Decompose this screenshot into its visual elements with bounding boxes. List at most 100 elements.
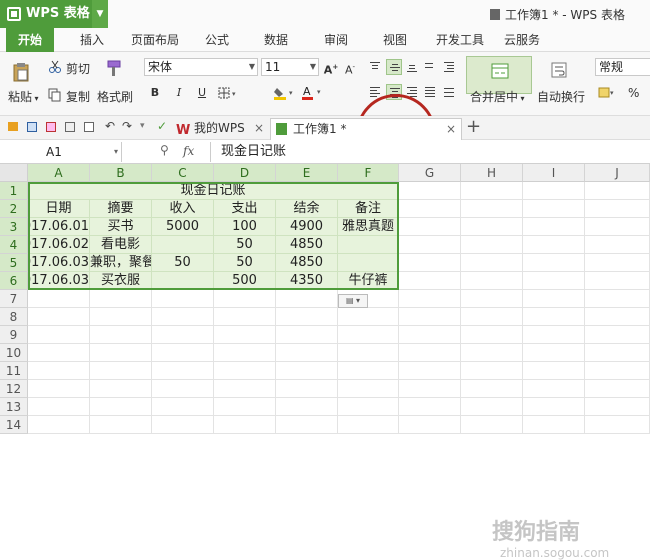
row-header-2[interactable]: 2 [0,200,28,218]
empty-cell[interactable] [399,398,461,416]
tab-review[interactable]: 审阅 [324,28,348,52]
column-header-c[interactable]: C [152,164,214,182]
empty-cell[interactable] [276,398,338,416]
cell-d2[interactable]: 支出 [214,200,276,218]
format-painter-button[interactable]: 格式刷 [97,88,133,105]
close-icon[interactable]: × [446,119,456,139]
print-preview-icon[interactable] [84,122,94,132]
empty-cell[interactable] [461,272,523,290]
row-header-6[interactable]: 6 [0,272,28,290]
percent-button[interactable]: % [628,86,639,100]
text-direction-button[interactable] [422,59,438,75]
cell-a3[interactable]: 2017.06.01 [28,218,90,236]
save-icon[interactable] [27,122,37,132]
paste-options-icon[interactable]: ▤ ▾ [338,294,368,308]
empty-cell[interactable] [461,362,523,380]
empty-cell[interactable] [523,272,585,290]
row-header-11[interactable]: 11 [0,362,28,380]
italic-button[interactable]: I [170,84,188,102]
cell-f2[interactable]: 备注 [338,200,399,218]
shrink-font-button[interactable]: A- [341,58,359,77]
empty-cell[interactable] [276,380,338,398]
empty-cell[interactable] [585,380,650,398]
cell-f3[interactable]: 雅思真题 [338,218,399,236]
empty-cell[interactable] [152,326,214,344]
cell-a2[interactable]: 日期 [28,200,90,218]
empty-cell[interactable] [523,380,585,398]
cell-c6[interactable] [152,272,214,290]
underline-button[interactable]: U [193,84,211,102]
merge-center-label[interactable]: 合并居中 ▾ [470,88,525,105]
justify-button[interactable] [422,84,438,100]
empty-cell[interactable] [152,308,214,326]
row-header-1[interactable]: 1 [0,182,28,200]
tab-formulas[interactable]: 公式 [205,28,229,52]
tab-insert[interactable]: 插入 [80,28,104,52]
fill-color-icon[interactable]: ▾ [274,86,298,100]
copy-button[interactable]: 复制 [66,88,90,105]
empty-cell[interactable] [152,344,214,362]
column-header-g[interactable]: G [399,164,461,182]
cell-f5[interactable] [338,254,399,272]
app-menu-dropdown-icon[interactable]: ▼ [92,0,108,28]
empty-cell[interactable] [214,308,276,326]
empty-cell[interactable] [276,308,338,326]
empty-cell[interactable] [585,200,650,218]
cell-e6[interactable]: 4350 [276,272,338,290]
close-icon[interactable]: × [254,118,264,138]
empty-cell[interactable] [399,236,461,254]
empty-cell[interactable] [523,182,585,200]
tab-developer[interactable]: 开发工具 [436,28,484,52]
row-header-4[interactable]: 4 [0,236,28,254]
indent-button[interactable] [441,59,457,75]
tab-view[interactable]: 视图 [383,28,407,52]
empty-cell[interactable] [585,236,650,254]
empty-cell[interactable] [461,308,523,326]
empty-cell[interactable] [28,344,90,362]
tab-home[interactable]: 开始 [6,28,55,52]
empty-cell[interactable] [585,398,650,416]
empty-cell[interactable] [523,218,585,236]
empty-cell[interactable] [338,362,399,380]
empty-cell[interactable] [152,398,214,416]
align-bottom-button[interactable] [404,59,420,75]
empty-cell[interactable] [399,290,461,308]
empty-cell[interactable] [461,344,523,362]
empty-cell[interactable] [338,344,399,362]
cell-c3[interactable]: 5000 [152,218,214,236]
empty-cell[interactable] [152,290,214,308]
row-header-14[interactable]: 14 [0,416,28,434]
cell-f6[interactable]: 牛仔裤 [338,272,399,290]
row-header-5[interactable]: 5 [0,254,28,272]
cell-c2[interactable]: 收入 [152,200,214,218]
column-header-h[interactable]: H [461,164,523,182]
empty-cell[interactable] [461,254,523,272]
empty-cell[interactable] [461,416,523,434]
align-middle-button[interactable] [386,59,402,75]
empty-cell[interactable] [585,344,650,362]
empty-cell[interactable] [214,344,276,362]
empty-cell[interactable] [214,290,276,308]
empty-cell[interactable] [399,362,461,380]
empty-cell[interactable] [338,308,399,326]
open-folder-icon[interactable] [8,122,18,131]
empty-cell[interactable] [28,398,90,416]
new-tab-icon[interactable]: + [466,116,481,137]
chevron-down-icon[interactable]: ▾ [114,142,118,162]
column-header-f[interactable]: F [338,164,399,182]
empty-cell[interactable] [461,326,523,344]
empty-cell[interactable] [276,326,338,344]
empty-cell[interactable] [28,362,90,380]
empty-cell[interactable] [461,182,523,200]
row-header-10[interactable]: 10 [0,344,28,362]
empty-cell[interactable] [399,254,461,272]
cell-b3[interactable]: 买书 [90,218,152,236]
cell-b2[interactable]: 摘要 [90,200,152,218]
empty-cell[interactable] [399,182,461,200]
wrap-text-button[interactable]: 自动换行 [537,88,585,105]
empty-cell[interactable] [523,398,585,416]
align-top-button[interactable] [367,59,383,75]
empty-cell[interactable] [585,308,650,326]
quick-access-dropdown-icon[interactable]: ▾ [140,121,145,131]
empty-cell[interactable] [399,380,461,398]
